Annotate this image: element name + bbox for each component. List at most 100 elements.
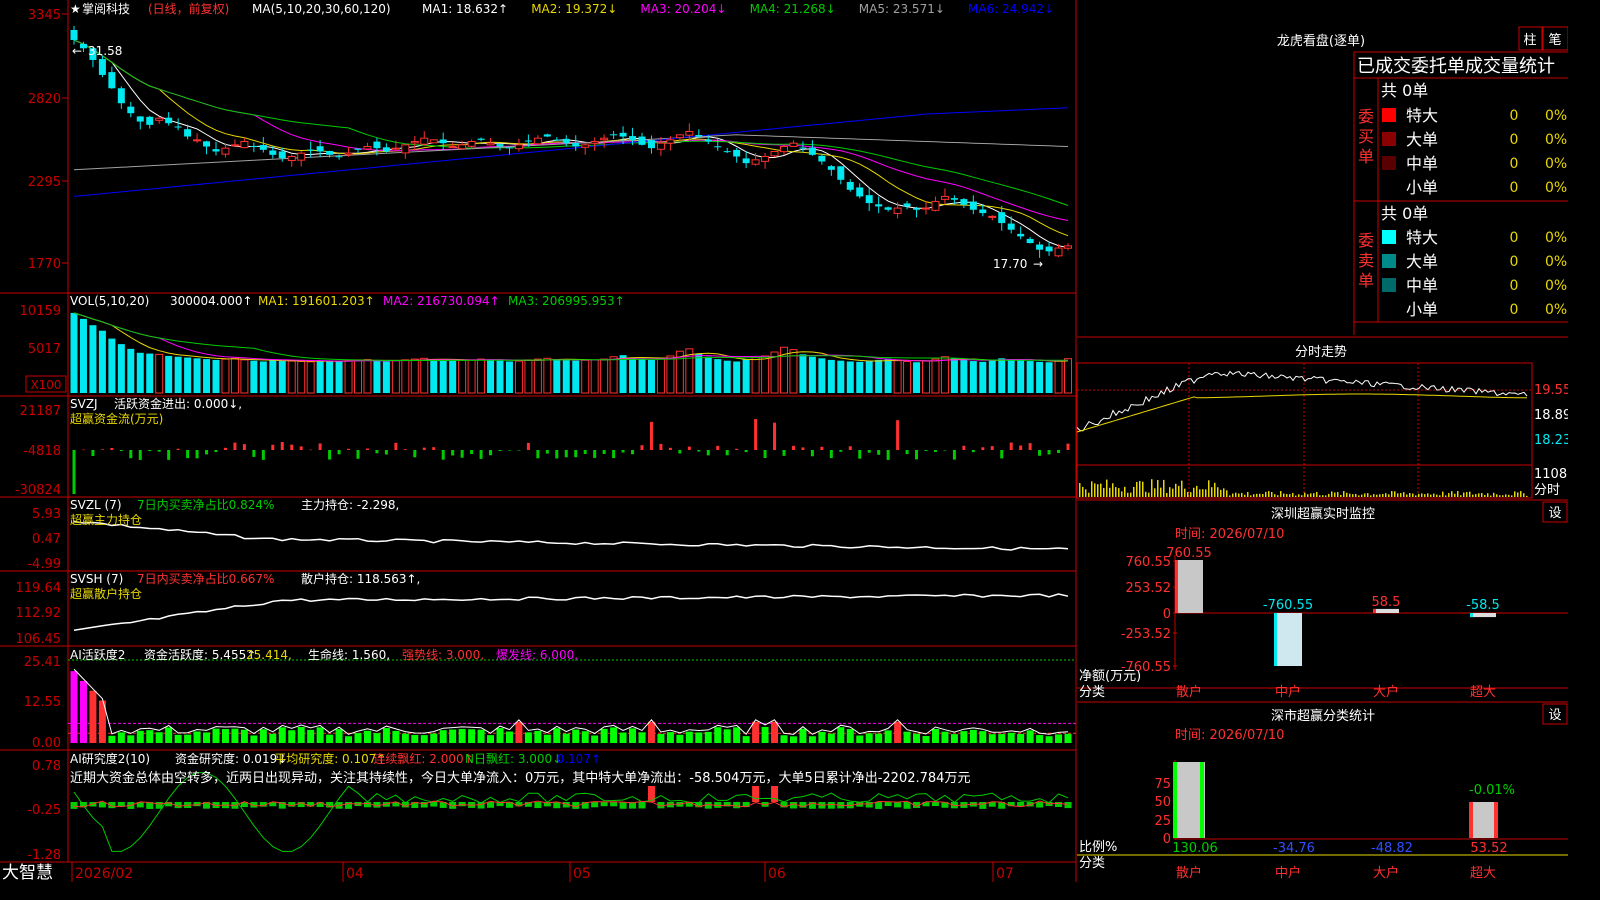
activity-bar xyxy=(865,733,873,743)
candle-body xyxy=(704,139,712,142)
activity-bar xyxy=(193,731,201,743)
intraday-volume-bar xyxy=(1235,492,1237,497)
candle-body xyxy=(969,201,977,210)
monitor-bar-edge xyxy=(1470,613,1473,618)
volume-bar xyxy=(913,362,921,393)
volume-bar xyxy=(524,359,533,394)
intraday-volume-bar xyxy=(1472,494,1474,497)
flow-bar xyxy=(754,419,758,450)
volume-bar xyxy=(430,359,438,393)
candle-body xyxy=(193,139,202,142)
buy-swatch xyxy=(1382,180,1396,194)
activity-bar xyxy=(894,721,902,743)
activity-bar xyxy=(70,671,78,743)
flow-bar xyxy=(810,450,814,457)
intraday-volume-bar xyxy=(1220,489,1222,497)
high-price-label: 31.58 xyxy=(88,44,122,58)
flow-bar xyxy=(858,450,862,459)
act-item-2: 生命线: 1.560, xyxy=(308,647,390,662)
volume-bar xyxy=(761,355,770,394)
intraday-volume-bar xyxy=(1154,488,1156,497)
flow-bar xyxy=(507,450,511,451)
flow-bar xyxy=(223,447,227,450)
tab-stroke-label: 笔 xyxy=(1548,32,1561,48)
candle-body xyxy=(751,159,760,165)
activity-bar xyxy=(903,731,911,743)
volume-bar xyxy=(543,357,552,394)
intraday-volume-bar xyxy=(1094,483,1096,497)
class-value-label: 130.06 xyxy=(1172,841,1218,856)
monitor-bar xyxy=(1470,613,1496,618)
class-category: 超大 xyxy=(1470,866,1496,881)
x-axis-label: 07 xyxy=(996,866,1014,882)
flow-bar xyxy=(744,450,748,453)
ma30-line xyxy=(73,39,1069,206)
candle-body xyxy=(903,203,911,207)
flow-bar xyxy=(697,450,701,452)
ma20-line xyxy=(73,39,1069,221)
volume-bar xyxy=(391,360,400,394)
monitor-bar-edge xyxy=(1274,613,1277,666)
sell-row-count: 0 xyxy=(1510,254,1519,270)
candle-body xyxy=(410,141,419,144)
candle-body xyxy=(647,140,655,149)
activity-bar xyxy=(562,733,570,743)
candle-body xyxy=(439,139,447,144)
sell-side-label: 单 xyxy=(1358,271,1374,290)
candle-body xyxy=(278,151,286,159)
flow-bar xyxy=(649,421,653,450)
volume-bar xyxy=(354,359,362,394)
intraday-volume-bar xyxy=(1256,493,1258,497)
activity-bar xyxy=(278,727,286,743)
flow-bar xyxy=(896,420,900,450)
flow-bar xyxy=(716,445,720,450)
activity-bar xyxy=(780,735,788,743)
res-item-2: 连续飘红: 2.000↑ xyxy=(373,751,473,766)
intraday-volume-bar xyxy=(1448,493,1450,497)
intraday-volume-bar xyxy=(1520,491,1522,497)
candle-body xyxy=(590,141,599,144)
intraday-volume-bar xyxy=(1352,494,1354,497)
activity-bar xyxy=(221,728,229,743)
sell-row-pct: 0% xyxy=(1545,254,1567,270)
candle-body xyxy=(1017,233,1025,237)
tab-column-label: 柱 xyxy=(1523,33,1536,48)
volume-bar xyxy=(950,358,958,393)
volume-bar xyxy=(714,359,722,393)
svzj-sub: 超赢资金流(万元) xyxy=(70,411,163,426)
volume-bar xyxy=(174,356,182,393)
intraday-volume-bar xyxy=(1382,494,1384,497)
intraday-volume-bar xyxy=(1502,495,1504,497)
market-chart[interactable]: 3345 2820 2295 1770 ★ 掌阅科技 (日线，前复权) MA(5,10,20,… xyxy=(0,0,1568,882)
intraday-volume-bar xyxy=(1478,493,1480,497)
price-y-tick-label: 3345 xyxy=(28,8,61,23)
volume-bar xyxy=(212,359,220,393)
intraday-volume-bar xyxy=(1214,482,1216,497)
vol-header: VOL(5,10,20) xyxy=(70,294,149,308)
flow-bar xyxy=(1009,442,1013,450)
volume-bar xyxy=(401,359,410,394)
activity-bar xyxy=(212,728,220,743)
act-item-4: 爆发线: 6.000, xyxy=(496,647,578,662)
vol-value-2: MA2: 216730.094↑ xyxy=(383,294,500,308)
class-title: 深市超赢分类统计 xyxy=(1271,708,1375,724)
volume-bar xyxy=(250,360,258,393)
candle-body xyxy=(695,134,703,137)
activity-bar xyxy=(534,730,542,743)
intraday-volume-bar xyxy=(1391,491,1393,497)
intraday-volume-bar xyxy=(1325,495,1327,497)
candle-body xyxy=(685,131,694,136)
intraday-volume-bar xyxy=(1304,492,1306,497)
intraday-volume-bar xyxy=(1082,486,1084,497)
intraday-volume-bar xyxy=(1184,488,1186,497)
research-bar xyxy=(884,802,892,807)
flow-bar xyxy=(621,450,625,453)
candle-body xyxy=(514,144,523,150)
monitor-category: 大户 xyxy=(1373,684,1399,700)
svzl-line xyxy=(73,520,1069,551)
research-bar xyxy=(610,802,618,807)
flow-bar xyxy=(886,450,890,460)
flow-bar xyxy=(612,450,616,459)
volume-bar xyxy=(230,357,239,394)
intraday-volume-bar xyxy=(1334,492,1336,497)
